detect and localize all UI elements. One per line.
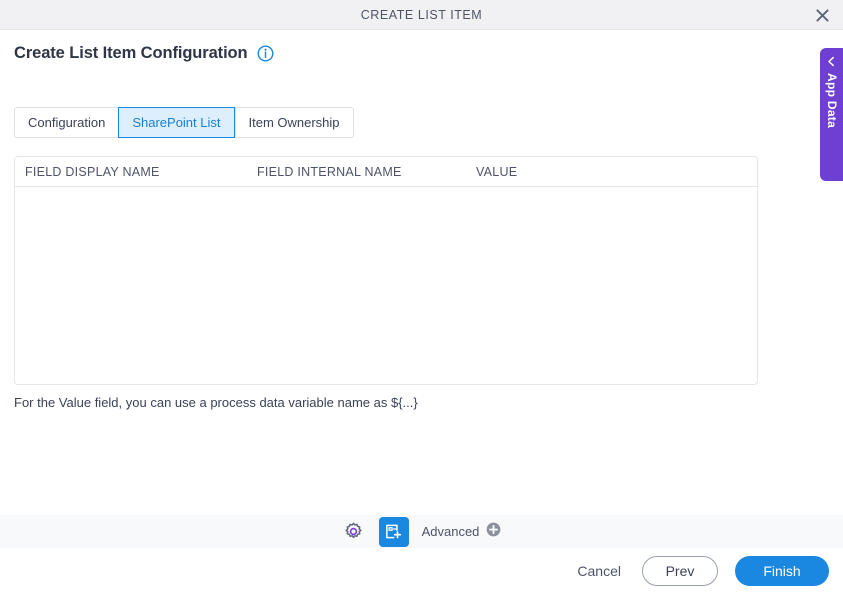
column-header-field-internal-name: FIELD INTERNAL NAME xyxy=(247,165,466,179)
fields-table: FIELD DISPLAY NAME FIELD INTERNAL NAME V… xyxy=(14,156,758,385)
window-title-bar: CREATE LIST ITEM xyxy=(0,0,843,30)
page-header: Create List Item Configuration xyxy=(14,44,274,63)
tab-configuration-label: Configuration xyxy=(28,115,105,130)
finish-button[interactable]: Finish xyxy=(735,556,829,586)
table-body[interactable] xyxy=(15,187,757,385)
cancel-button[interactable]: Cancel xyxy=(573,563,625,579)
app-data-label: App Data xyxy=(820,73,843,128)
advanced-label: Advanced xyxy=(422,524,480,539)
tab-item-ownership-label: Item Ownership xyxy=(249,115,340,130)
gear-icon[interactable] xyxy=(342,520,366,544)
plus-circle-icon[interactable] xyxy=(486,522,501,542)
tab-bar: Configuration SharePoint List Item Owner… xyxy=(14,107,354,138)
footer-actions: Cancel Prev Finish xyxy=(573,556,829,586)
advanced-button[interactable]: Advanced xyxy=(422,522,502,542)
tab-configuration[interactable]: Configuration xyxy=(14,107,118,138)
page-title: Create List Item Configuration xyxy=(14,44,248,63)
info-icon[interactable] xyxy=(257,45,274,62)
create-list-item-icon[interactable] xyxy=(379,517,409,547)
chevron-left-icon xyxy=(826,56,837,73)
close-icon[interactable] xyxy=(809,3,835,27)
app-data-panel-toggle[interactable]: App Data xyxy=(820,48,843,181)
bottom-toolbar: Advanced xyxy=(0,515,843,548)
column-header-field-display-name: FIELD DISPLAY NAME xyxy=(15,165,247,179)
tab-sharepoint-list[interactable]: SharePoint List xyxy=(118,107,234,138)
helper-text: For the Value field, you can use a proce… xyxy=(14,395,418,410)
table-header-row: FIELD DISPLAY NAME FIELD INTERNAL NAME V… xyxy=(15,157,757,187)
column-header-value: VALUE xyxy=(466,165,757,179)
prev-button[interactable]: Prev xyxy=(642,556,718,586)
tab-sharepoint-list-label: SharePoint List xyxy=(132,115,220,130)
window-title: CREATE LIST ITEM xyxy=(0,0,843,30)
tab-item-ownership[interactable]: Item Ownership xyxy=(235,107,354,138)
